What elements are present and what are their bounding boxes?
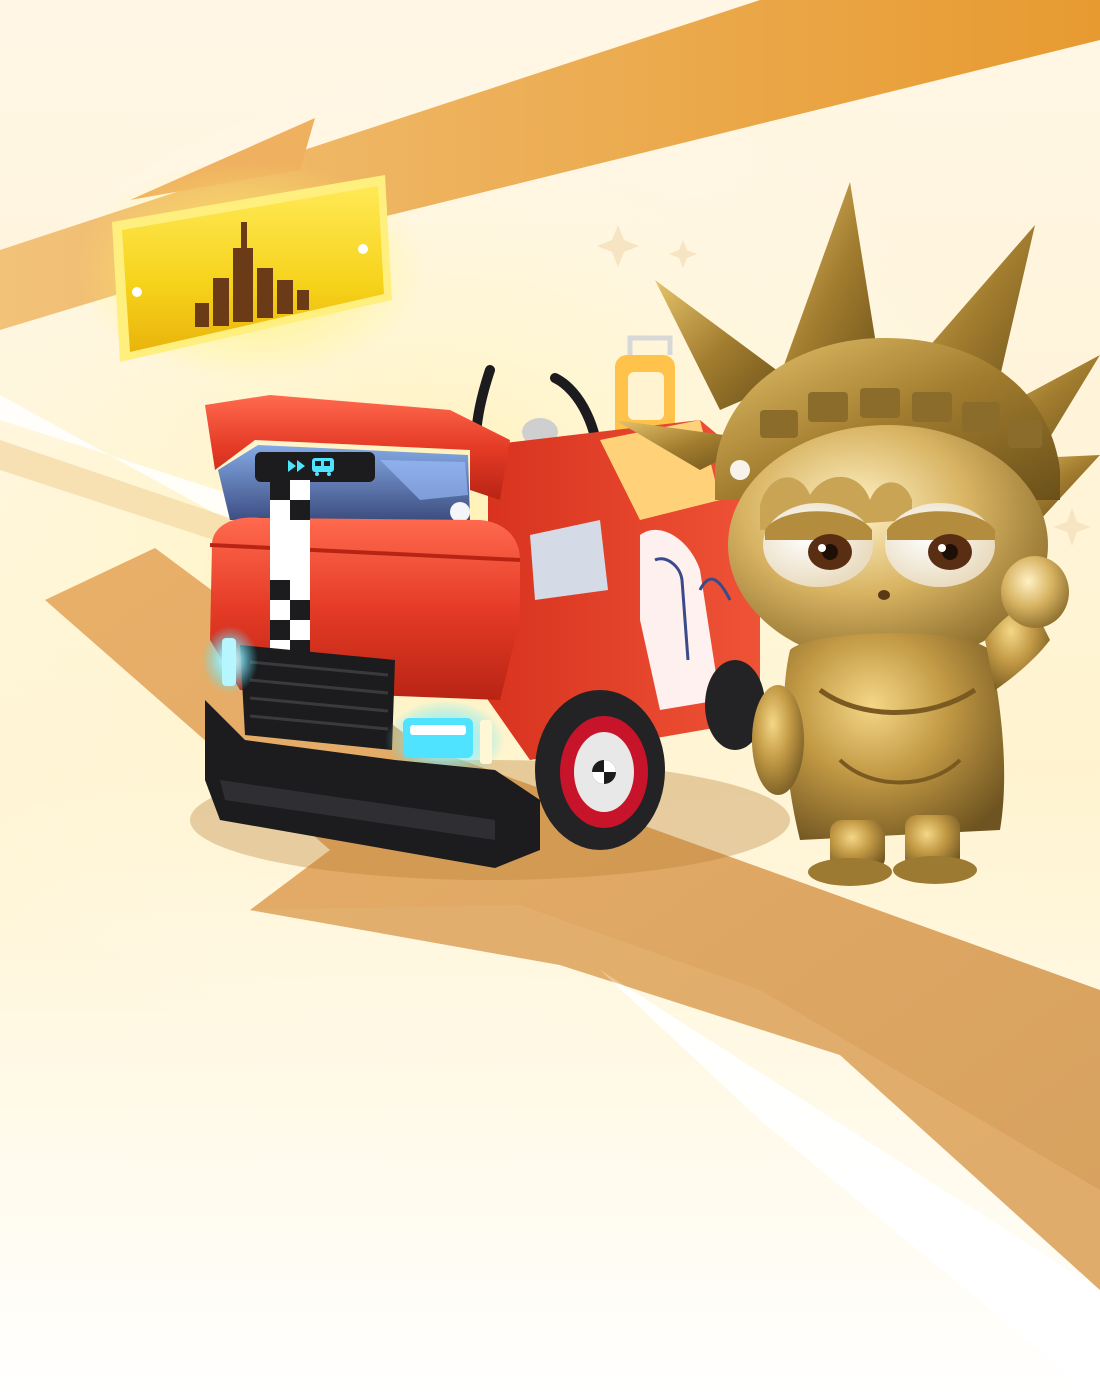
character-mouth bbox=[878, 590, 890, 600]
roof-light-flare bbox=[450, 502, 470, 522]
character-fist bbox=[1001, 556, 1069, 628]
right-eye bbox=[885, 503, 995, 587]
left-eye bbox=[763, 503, 873, 587]
left-headlight bbox=[202, 626, 258, 694]
plaque-bolt-left bbox=[132, 287, 142, 297]
character-right-foot bbox=[893, 856, 977, 884]
head-glint bbox=[730, 460, 750, 480]
plaque-bolt-right bbox=[358, 244, 368, 254]
kart-grille bbox=[240, 645, 395, 750]
character-left-arm bbox=[752, 685, 804, 795]
scene-canvas bbox=[0, 0, 1100, 1400]
character-left-foot bbox=[808, 858, 892, 886]
checker-stripe bbox=[270, 480, 310, 660]
promo-scene bbox=[0, 0, 1100, 1400]
city-plaque bbox=[75, 160, 425, 380]
kart-seat-panel bbox=[628, 372, 664, 420]
front-wheel bbox=[535, 690, 665, 850]
character-robe bbox=[783, 633, 1005, 840]
